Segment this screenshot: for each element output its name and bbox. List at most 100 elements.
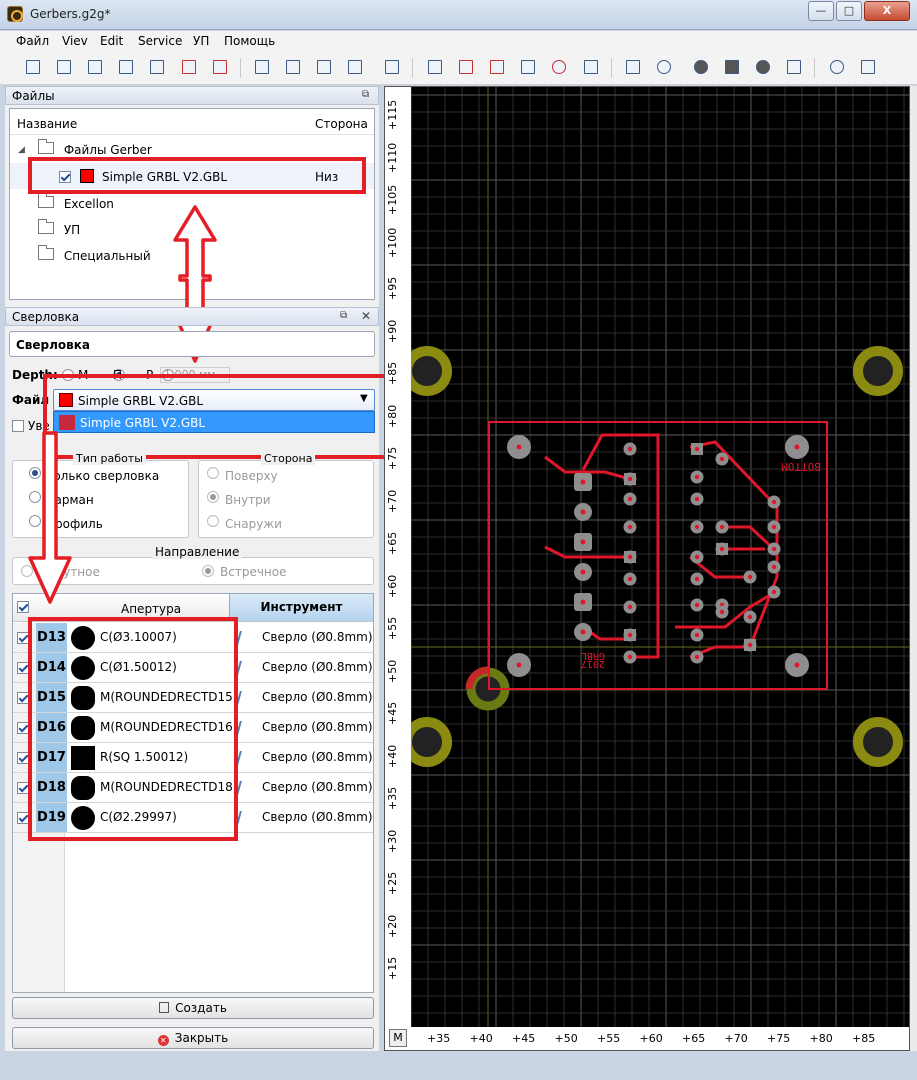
column-side-header[interactable]: Сторона (315, 117, 368, 131)
zoom-fit-icon[interactable] (251, 56, 273, 78)
scrollbar-edge[interactable] (910, 86, 917, 1051)
files-panel-header: Файлы ⧉ (5, 86, 379, 105)
save-all-icon[interactable] (146, 56, 168, 78)
close-button[interactable]: ✕ Закрыть (12, 1027, 374, 1049)
toolbar-separator (814, 58, 815, 78)
tool-name[interactable]: Сверло (Ø0.8mm) (262, 630, 373, 644)
minimize-button[interactable]: — (808, 1, 834, 21)
ruler-tick-x: +80 (809, 1032, 833, 1045)
pcb-view[interactable]: BOTTOM GRBL 2017 (385, 87, 910, 1051)
ruler-tick-y: +115 (386, 99, 399, 130)
status-bar (0, 1051, 917, 1080)
side-title: Сторона (261, 452, 316, 465)
new-file-icon[interactable] (22, 56, 44, 78)
tool-name[interactable]: Сверло (Ø0.8mm) (262, 660, 373, 674)
column-tool-header[interactable]: Инструмент (229, 594, 373, 621)
folder-nc-row[interactable]: УП (38, 219, 80, 237)
folder-excellon-row[interactable]: Excellon (38, 193, 114, 211)
menu-file[interactable]: Файл (16, 34, 49, 48)
menu-service[interactable]: Service (138, 34, 182, 48)
undock-icon[interactable]: ⧉ (340, 310, 347, 321)
maximize-button[interactable]: □ (836, 1, 862, 21)
side-radio-outside[interactable] (207, 515, 219, 530)
mounting-hole (853, 346, 903, 396)
pcb-canvas[interactable]: BOTTOM GRBL 2017 +115 +110 +105 +100 +95 +90 +… (384, 86, 910, 1051)
ruler-tick-y: +95 (386, 276, 399, 300)
open-file-icon[interactable] (53, 56, 75, 78)
zoom-board-icon[interactable] (282, 56, 304, 78)
toolbar (0, 51, 917, 85)
ruler-tick-y: +85 (386, 361, 399, 385)
column-aperture-header[interactable]: Апертура (121, 602, 181, 616)
close-window-button[interactable]: X (864, 1, 910, 21)
ruler-tick-y: +110 (386, 142, 399, 173)
close-panel-icon[interactable]: ✕ (361, 309, 371, 323)
direction-opt-conventional: Встречное (220, 565, 287, 579)
folder-excellon-label: Excellon (63, 197, 114, 211)
ruler-tick-y: +60 (386, 574, 399, 598)
boolean-diff-icon[interactable] (721, 56, 743, 78)
ruler-tick-x: +65 (682, 1032, 706, 1045)
rectangle-icon[interactable] (622, 56, 644, 78)
ruler-tick-y: +50 (386, 659, 399, 683)
boolean-union-icon[interactable] (690, 56, 712, 78)
grid (410, 87, 909, 1027)
ruler-tick-y: +100 (386, 227, 399, 258)
target-icon[interactable] (548, 56, 570, 78)
ruler-tick-y: +15 (386, 956, 399, 980)
save-icon[interactable] (84, 56, 106, 78)
simulate-icon[interactable] (826, 56, 848, 78)
side-group: Поверху Внутри Снаружи (198, 460, 374, 538)
close-file-icon[interactable] (209, 56, 231, 78)
mounting-hole (402, 717, 452, 767)
tool-name[interactable]: Сверло (Ø0.8mm) (262, 780, 373, 794)
zoom-select-icon[interactable] (313, 56, 335, 78)
boolean-xor-icon[interactable] (783, 56, 805, 78)
menu-help[interactable]: Помощь (224, 34, 275, 48)
tool-name[interactable]: Сверло (Ø0.8mm) (262, 720, 373, 734)
column-name-header[interactable]: Название (17, 117, 77, 131)
tool-name[interactable]: Сверло (Ø0.8mm) (262, 810, 373, 824)
board-label-year: 2017 (581, 658, 605, 669)
drill-bit-icon (236, 751, 252, 765)
menu-view[interactable]: Viev (62, 34, 88, 48)
ruler-tick-y: +35 (386, 786, 399, 810)
ruler-tick-x: +85 (852, 1032, 876, 1045)
mounting-hole (402, 346, 452, 396)
ruler-tick-y: +20 (386, 914, 399, 938)
circle-icon[interactable] (653, 56, 675, 78)
menu-bar: Файл Viev Edit Service УП Помощь (0, 31, 917, 51)
enlarge-checkbox[interactable] (12, 420, 24, 432)
zoom-out-icon[interactable] (344, 56, 366, 78)
direction-radio-conventional[interactable] (202, 565, 214, 580)
contour-icon[interactable] (455, 56, 477, 78)
settings-icon[interactable] (857, 56, 879, 78)
layer-icon[interactable] (424, 56, 446, 78)
drill-bit-icon (236, 781, 252, 795)
expand-arrow-icon[interactable]: ◢ (18, 145, 25, 155)
ruler-tick-y: +105 (386, 184, 399, 215)
boolean-intersect-icon[interactable] (752, 56, 774, 78)
measure-toggle[interactable]: M (389, 1029, 407, 1047)
side-radio-top[interactable] (207, 467, 219, 482)
tree-header: Название Сторона (10, 109, 374, 135)
menu-edit[interactable]: Edit (100, 34, 123, 48)
folder-gerber-row[interactable]: Файлы Gerber (38, 139, 152, 157)
tool-name[interactable]: Сверло (Ø0.8mm) (262, 750, 373, 764)
undock-icon[interactable]: ⧉ (362, 89, 369, 100)
menu-nc[interactable]: УП (193, 34, 209, 48)
create-button[interactable]: Создать (12, 997, 374, 1019)
tool-name[interactable]: Сверло (Ø0.8mm) (262, 690, 373, 704)
folder-special-row[interactable]: Специальный (38, 245, 151, 263)
pocket-icon[interactable] (486, 56, 508, 78)
drill-bit-icon (236, 691, 252, 705)
zoom-region-icon[interactable] (381, 56, 403, 78)
save-as-icon[interactable] (115, 56, 137, 78)
side-radio-inside[interactable] (207, 491, 219, 506)
operation-name-field[interactable]: Сверловка (9, 331, 375, 357)
path-icon[interactable] (517, 56, 539, 78)
drill-points-icon[interactable] (580, 56, 602, 78)
export-icon[interactable] (178, 56, 200, 78)
ruler-tick-y: +90 (386, 319, 399, 343)
vertical-ruler: +115 +110 +105 +100 +95 +90 +85 +80 +75 +70 +65 +60… (385, 87, 411, 1027)
